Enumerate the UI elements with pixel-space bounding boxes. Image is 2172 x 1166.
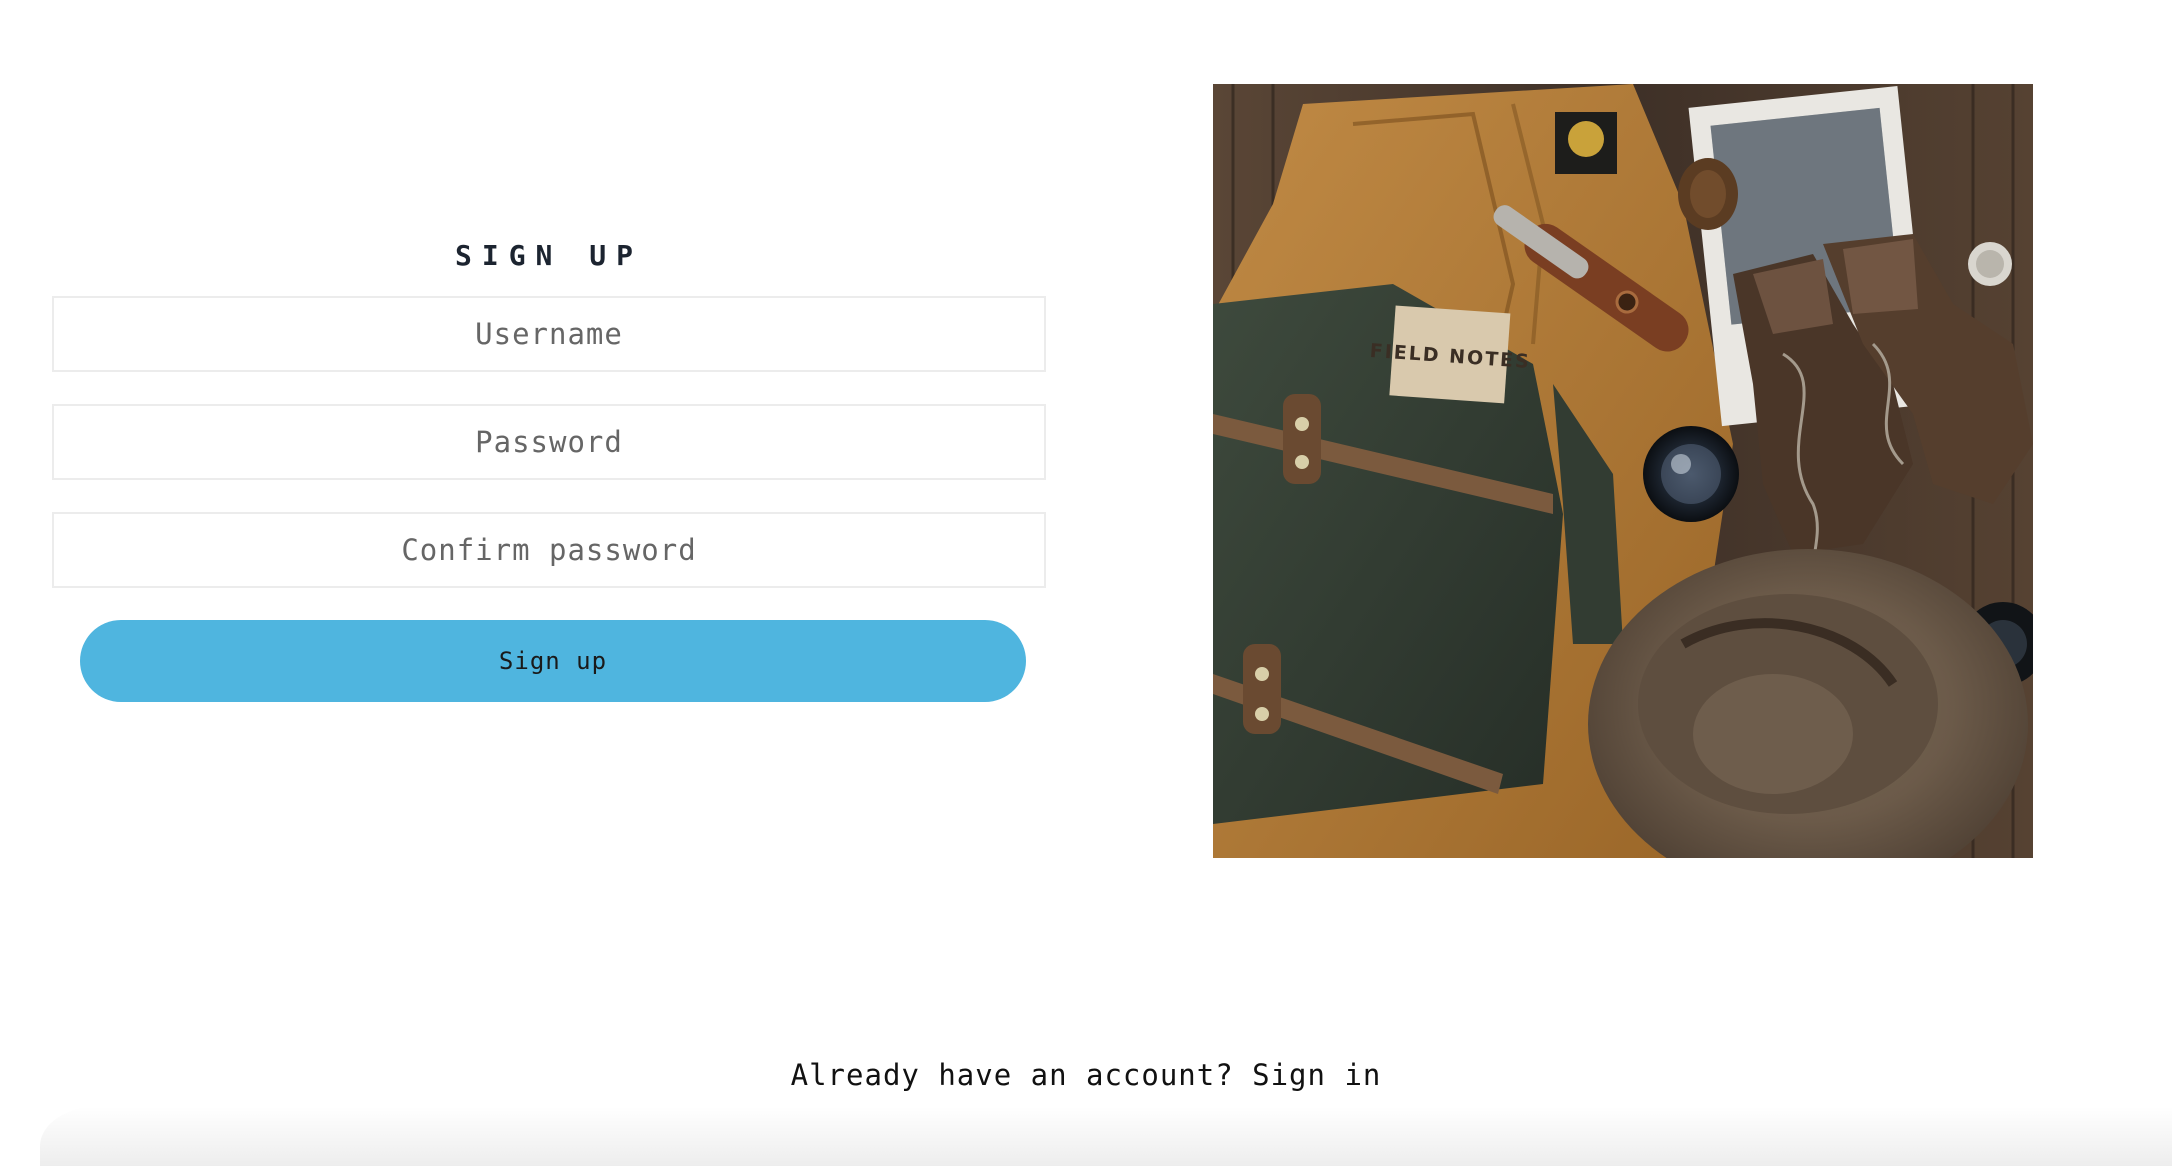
confirm-password-input[interactable] bbox=[52, 512, 1046, 588]
photo-illustration: FIELD NOTES bbox=[1213, 84, 2033, 858]
signup-title: SIGN UP bbox=[454, 239, 643, 272]
signup-button[interactable]: Sign up bbox=[80, 620, 1026, 702]
username-input[interactable] bbox=[52, 296, 1046, 372]
signin-prompt: Already have an account? Sign in bbox=[0, 1058, 2172, 1092]
signup-form: SIGN UP Sign up bbox=[52, 236, 1046, 702]
bottom-shadow bbox=[40, 1106, 2172, 1166]
signin-link[interactable]: Sign in bbox=[1252, 1058, 1381, 1092]
gear-flatlay-photo: FIELD NOTES bbox=[1213, 84, 2033, 858]
password-input[interactable] bbox=[52, 404, 1046, 480]
signin-prompt-text: Already have an account? bbox=[790, 1058, 1234, 1092]
